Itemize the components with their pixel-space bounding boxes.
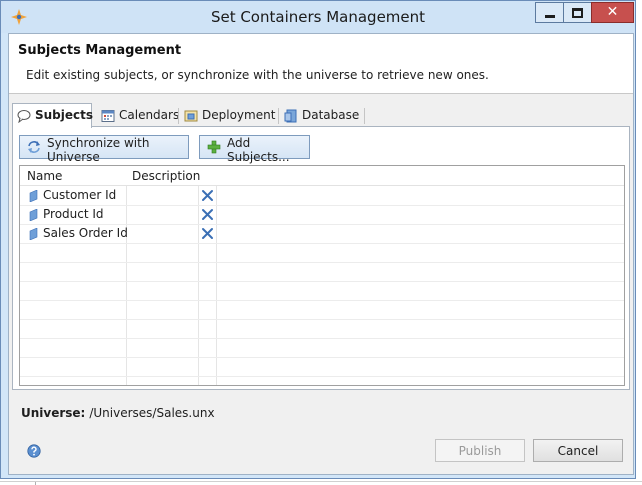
universe-info: Universe:/Universes/Sales.unx bbox=[21, 406, 215, 420]
add-label: Add Subjects... bbox=[227, 136, 290, 164]
sync-icon bbox=[28, 141, 40, 153]
dialog-header: Subjects Management Edit existing subjec… bbox=[9, 34, 633, 94]
calendar-icon bbox=[101, 110, 115, 122]
subjects-table: Name Description Customer Id Product Id … bbox=[19, 165, 625, 386]
tab-bar: Subjects Calendars Deployment Database bbox=[12, 103, 632, 128]
row-divider bbox=[20, 205, 624, 206]
dialog-content: Subjects Management Edit existing subjec… bbox=[8, 33, 634, 475]
row-divider bbox=[20, 338, 624, 339]
minimize-button[interactable] bbox=[535, 2, 563, 23]
minimize-icon bbox=[545, 15, 555, 18]
tab-separator bbox=[178, 108, 179, 124]
tab-label: Calendars bbox=[119, 108, 180, 122]
universe-path: /Universes/Sales.unx bbox=[89, 406, 215, 420]
tab-label: Subjects bbox=[35, 108, 94, 122]
cancel-button[interactable]: Cancel bbox=[533, 439, 623, 462]
help-icon[interactable] bbox=[27, 444, 41, 458]
subject-name: Product Id bbox=[43, 207, 104, 221]
bottom-edge bbox=[0, 481, 642, 485]
tab-separator bbox=[278, 108, 279, 124]
row-divider bbox=[20, 376, 624, 377]
column-divider bbox=[126, 166, 127, 385]
row-divider bbox=[20, 262, 624, 263]
tab-database[interactable]: Database bbox=[280, 106, 364, 127]
delete-icon[interactable] bbox=[200, 207, 215, 222]
synchronize-button[interactable]: Synchronize with Universe bbox=[19, 135, 189, 164]
maximize-icon bbox=[572, 8, 583, 18]
row-divider bbox=[20, 319, 624, 320]
subject-icon bbox=[29, 190, 38, 202]
universe-label: Universe: bbox=[21, 406, 86, 420]
tab-label: Deployment bbox=[202, 108, 276, 122]
subject-name: Customer Id bbox=[43, 188, 117, 202]
row-divider bbox=[20, 243, 624, 244]
delete-icon[interactable] bbox=[200, 226, 215, 241]
subject-name: Sales Order Id bbox=[43, 226, 128, 240]
column-divider bbox=[198, 166, 199, 385]
header-title: Subjects Management bbox=[18, 43, 182, 58]
tab-deployment[interactable]: Deployment bbox=[180, 106, 276, 127]
row-divider bbox=[20, 357, 624, 358]
column-header-name[interactable]: Name bbox=[27, 166, 62, 186]
header-description: Edit existing subjects, or synchronize w… bbox=[26, 68, 489, 82]
maximize-button[interactable] bbox=[563, 2, 591, 23]
add-subjects-button[interactable]: Add Subjects... bbox=[199, 135, 310, 164]
publish-button[interactable]: Publish bbox=[435, 439, 525, 462]
row-divider bbox=[20, 281, 624, 282]
delete-icon[interactable] bbox=[200, 188, 215, 203]
subjects-panel: Synchronize with Universe Add Subjects..… bbox=[12, 126, 630, 390]
table-header: Name Description bbox=[20, 166, 624, 186]
subject-icon bbox=[29, 209, 38, 221]
tab-label: Database bbox=[302, 108, 360, 122]
column-header-description[interactable]: Description bbox=[132, 166, 200, 186]
speech-bubble-icon bbox=[17, 110, 31, 123]
row-divider bbox=[20, 300, 624, 301]
tab-subjects[interactable]: Subjects bbox=[12, 103, 94, 128]
column-divider bbox=[216, 166, 217, 385]
title-bar[interactable]: Set Containers Management ✕ bbox=[1, 1, 635, 33]
deployment-icon bbox=[184, 110, 198, 122]
subject-icon bbox=[29, 228, 38, 240]
dialog-window: Set Containers Management ✕ Subjects Man… bbox=[0, 0, 636, 479]
database-icon bbox=[284, 109, 297, 123]
tab-calendars[interactable]: Calendars bbox=[97, 106, 180, 127]
tab-separator bbox=[364, 108, 365, 124]
close-button[interactable]: ✕ bbox=[591, 2, 634, 23]
plus-icon bbox=[207, 140, 221, 154]
close-icon: ✕ bbox=[606, 4, 619, 20]
sync-label: Synchronize with Universe bbox=[47, 136, 150, 164]
